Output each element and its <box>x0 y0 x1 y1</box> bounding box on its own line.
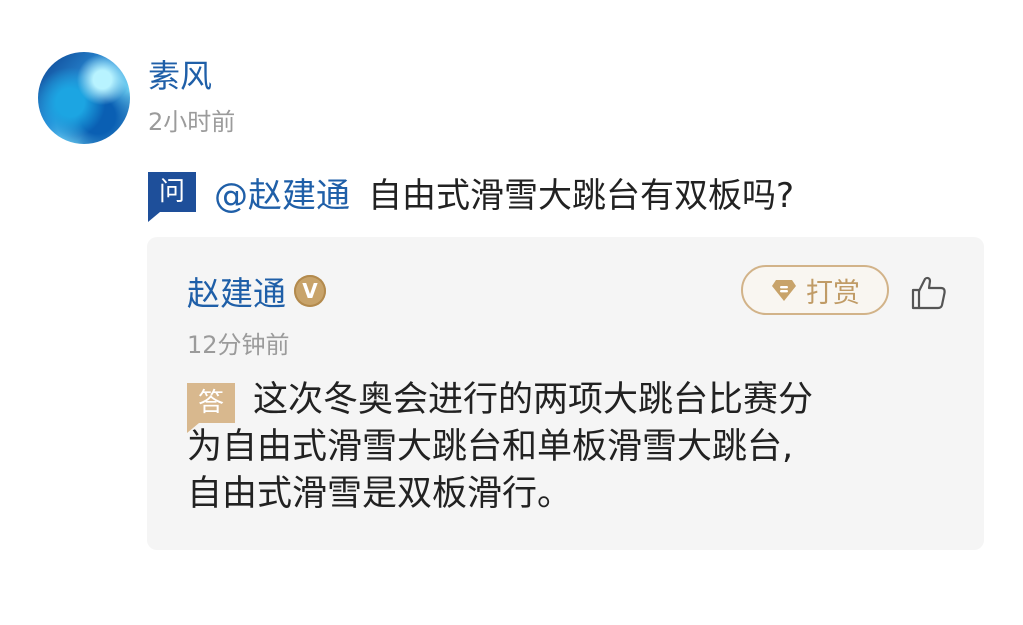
question-badge: 问 <box>148 172 196 222</box>
question-row: 问 @赵建通 自由式滑雪大跳台有双板吗? <box>148 166 795 222</box>
answer-timestamp: 12分钟前 <box>187 331 290 359</box>
verified-icon: V <box>294 275 326 307</box>
answer-user-row: 赵建通 V <box>187 267 326 315</box>
post-timestamp: 2小时前 <box>148 108 236 136</box>
answer-badge: 答 <box>187 383 235 433</box>
answer-card: 赵建通 V 打赏 12分钟前 答这次冬奥会进行的两项大跳台比赛分 为自由式滑雪大… <box>147 237 984 550</box>
reward-label: 打赏 <box>806 277 860 309</box>
reward-button[interactable]: 打赏 <box>741 265 889 315</box>
answer-user-name[interactable]: 赵建通 <box>187 267 286 315</box>
avatar[interactable] <box>38 52 130 144</box>
mention-link[interactable]: @赵建通 <box>214 168 350 217</box>
post-user-name[interactable]: 素风 <box>148 56 212 96</box>
answer-line: 为自由式滑雪大跳台和单板滑雪大跳台, <box>187 427 794 467</box>
answer-line: 自由式滑雪是双板滑行。 <box>187 474 573 514</box>
answer-body: 答这次冬奥会进行的两项大跳台比赛分 为自由式滑雪大跳台和单板滑雪大跳台, 自由式… <box>187 377 947 518</box>
gem-icon <box>772 280 796 301</box>
thumbs-up-icon[interactable] <box>909 273 949 313</box>
question-text: 自由式滑雪大跳台有双板吗? <box>368 175 795 216</box>
answer-line: 答这次冬奥会进行的两项大跳台比赛分 <box>187 377 947 433</box>
